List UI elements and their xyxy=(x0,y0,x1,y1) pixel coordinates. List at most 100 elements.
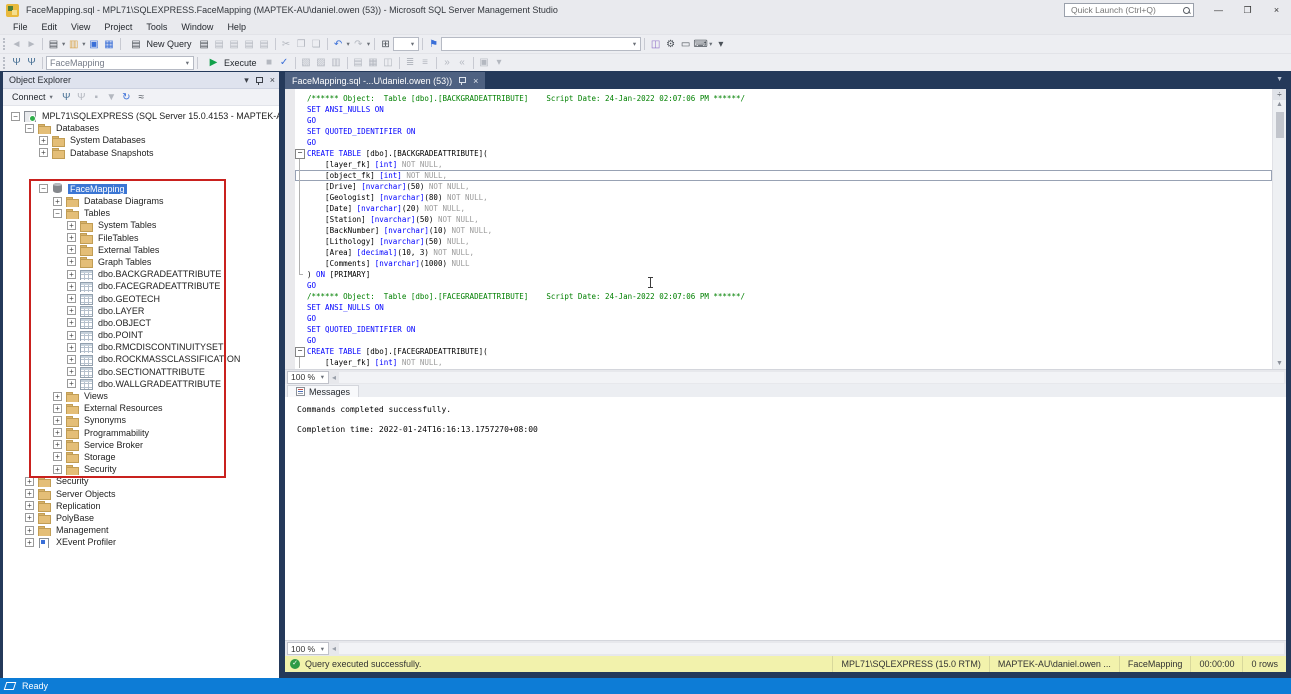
scrollbar-thumb[interactable] xyxy=(1276,112,1284,138)
expander-icon[interactable]: + xyxy=(67,343,76,352)
messages-zoom-select[interactable]: 100 % ▾ xyxy=(287,642,329,655)
undo-icon[interactable]: ↶ xyxy=(331,37,346,52)
results-to-file-icon[interactable]: ◫ xyxy=(381,55,396,70)
expander-icon[interactable]: + xyxy=(39,136,48,145)
find-combo[interactable]: ▾ xyxy=(441,37,641,51)
collapse-region-icon[interactable] xyxy=(295,346,307,357)
auto-hide-pin-icon[interactable] xyxy=(255,76,264,85)
query-options-icon[interactable]: ▥ xyxy=(329,55,344,70)
close-button[interactable]: × xyxy=(1262,0,1291,20)
tree-item-service-broker[interactable]: +Service Broker xyxy=(3,439,279,451)
collapse-region-icon[interactable] xyxy=(295,148,307,159)
parse-icon[interactable]: ✓ xyxy=(277,55,292,70)
tree-item-security[interactable]: +Security xyxy=(3,475,279,487)
paste-icon[interactable]: ❏ xyxy=(309,37,324,52)
tree-item-dbo-point[interactable]: +dbo.POINT xyxy=(3,329,279,341)
expander-icon[interactable]: + xyxy=(25,501,34,510)
tree-item-system-tables[interactable]: +System Tables xyxy=(3,219,279,231)
expander-icon[interactable]: + xyxy=(67,294,76,303)
messages-horizontal-scrollbar[interactable] xyxy=(339,643,1284,654)
expander-icon[interactable]: + xyxy=(67,367,76,376)
tree-item-dbo-wallgradeattribute[interactable]: +dbo.WALLGRADEATTRIBUTE xyxy=(3,378,279,390)
tree-item-dbo-rockmassclassification[interactable]: +dbo.ROCKMASSCLASSIFICATION xyxy=(3,353,279,365)
expander-icon[interactable]: − xyxy=(25,124,34,133)
tree-item-dbo-facegradeattribute[interactable]: +dbo.FACEGRADEATTRIBUTE xyxy=(3,280,279,292)
tree-item-external-resources[interactable]: +External Resources xyxy=(3,402,279,414)
expander-icon[interactable]: + xyxy=(53,465,62,474)
tree-item-dbo-object[interactable]: +dbo.OBJECT xyxy=(3,317,279,329)
expander-icon[interactable]: + xyxy=(53,392,62,401)
tree-item-dbo-backgradeattribute[interactable]: +dbo.BACKGRADEATTRIBUTE xyxy=(3,268,279,280)
connect-plug-icon[interactable]: Ψ xyxy=(9,55,24,70)
expander-icon[interactable]: + xyxy=(39,148,48,157)
database-engine-query-icon[interactable]: ▤ xyxy=(197,37,212,52)
tree-item-databases[interactable]: −Databases xyxy=(3,122,279,134)
tree-item-dbo-geotech[interactable]: +dbo.GEOTECH xyxy=(3,292,279,304)
restore-button[interactable]: ❐ xyxy=(1233,0,1262,20)
tree-item-system-databases[interactable]: +System Databases xyxy=(3,134,279,146)
quick-launch[interactable] xyxy=(1064,3,1194,17)
properties-wrench-icon[interactable]: ⚙ xyxy=(663,37,678,52)
sql-code-editor[interactable]: /****** Object: Table [dbo].[BACKGRADEAT… xyxy=(285,89,1286,369)
document-tab[interactable]: FaceMapping.sql -...U\daniel.owen (53)) … xyxy=(285,72,485,89)
expander-icon[interactable]: + xyxy=(67,318,76,327)
refresh-icon[interactable]: ↻ xyxy=(119,90,134,105)
tree-item-mpl71-sqlexpress-sql-server-15-0-4153-maptek-au-daniel-ow[interactable]: −MPL71\SQLEXPRESS (SQL Server 15.0.4153 … xyxy=(3,110,279,122)
selection-grid-icon[interactable]: ⊞ xyxy=(378,37,393,52)
minimize-button[interactable]: — xyxy=(1204,0,1233,20)
expander-icon[interactable]: + xyxy=(53,197,62,206)
expander-icon[interactable]: + xyxy=(25,489,34,498)
save-icon[interactable]: ▣ xyxy=(87,37,102,52)
toolbar-overflow-icon[interactable]: ▾ xyxy=(492,55,507,70)
scroll-left-icon[interactable]: ◂ xyxy=(332,373,336,382)
menu-file[interactable]: File xyxy=(6,22,35,32)
scroll-up-icon[interactable]: ▲ xyxy=(1276,100,1283,110)
expander-icon[interactable]: + xyxy=(67,270,76,279)
expander-icon[interactable]: + xyxy=(67,355,76,364)
tree-item-dbo-layer[interactable]: +dbo.LAYER xyxy=(3,305,279,317)
close-panel-icon[interactable]: × xyxy=(270,75,275,85)
expander-icon[interactable]: + xyxy=(67,282,76,291)
cancel-query-icon[interactable]: ■ xyxy=(262,55,277,70)
command-window-icon-dropdown[interactable]: ▾ xyxy=(709,40,712,48)
open-file-icon-dropdown[interactable]: ▾ xyxy=(82,40,85,48)
tree-item-polybase[interactable]: +PolyBase xyxy=(3,512,279,524)
dmx-query-icon[interactable]: ▤ xyxy=(227,37,242,52)
expander-icon[interactable]: + xyxy=(53,404,62,413)
object-explorer-tree[interactable]: −MPL71\SQLEXPRESS (SQL Server 15.0.4153 … xyxy=(3,106,279,678)
tree-item-programmability[interactable]: +Programmability xyxy=(3,427,279,439)
window-position-icon[interactable]: ▾ xyxy=(244,75,249,86)
database-combo[interactable]: FaceMapping▾ xyxy=(46,56,194,70)
editor-zoom-select[interactable]: 100 % ▾ xyxy=(287,371,329,384)
close-tab-icon[interactable]: × xyxy=(473,76,478,86)
menu-tools[interactable]: Tools xyxy=(139,22,174,32)
execute-button[interactable]: ▶Execute xyxy=(201,55,262,70)
tree-item-synonyms[interactable]: +Synonyms xyxy=(3,414,279,426)
copy-icon[interactable]: ❐ xyxy=(294,37,309,52)
transact-combo[interactable]: ▾ xyxy=(393,37,419,51)
expander-icon[interactable]: + xyxy=(53,452,62,461)
solution-explorer-icon[interactable]: ◫ xyxy=(648,37,663,52)
expander-icon[interactable]: + xyxy=(25,513,34,522)
expander-icon[interactable]: + xyxy=(25,538,34,547)
messages-pane[interactable]: Commands completed successfully. Complet… xyxy=(285,397,1286,640)
editor-horizontal-scrollbar[interactable] xyxy=(339,372,1284,383)
tab-messages[interactable]: Messages xyxy=(287,385,359,397)
expander-icon[interactable]: + xyxy=(67,245,76,254)
tree-item-filetables[interactable]: +FileTables xyxy=(3,232,279,244)
expander-icon[interactable]: + xyxy=(67,379,76,388)
xml-query-icon[interactable]: ▤ xyxy=(257,37,272,52)
tree-item-graph-tables[interactable]: +Graph Tables xyxy=(3,256,279,268)
toolbar-overflow-icon[interactable]: ▾ xyxy=(713,37,728,52)
menu-project[interactable]: Project xyxy=(97,22,139,32)
toolbox-icon[interactable]: ▭ xyxy=(678,37,693,52)
scroll-down-icon[interactable]: ▼ xyxy=(1276,359,1283,369)
include-actual-plan-icon[interactable]: ▧ xyxy=(299,55,314,70)
mdx-query-icon[interactable]: ▤ xyxy=(212,37,227,52)
expander-icon[interactable]: + xyxy=(67,233,76,242)
tree-item-views[interactable]: +Views xyxy=(3,390,279,402)
object-explorer-header[interactable]: Object Explorer ▾× xyxy=(3,72,279,89)
connect-object-explorer-icon[interactable]: Ψ xyxy=(59,90,74,105)
tree-item-dbo-sectionattribute[interactable]: +dbo.SECTIONATTRIBUTE xyxy=(3,366,279,378)
split-window-handle[interactable]: ÷ xyxy=(1273,89,1286,100)
